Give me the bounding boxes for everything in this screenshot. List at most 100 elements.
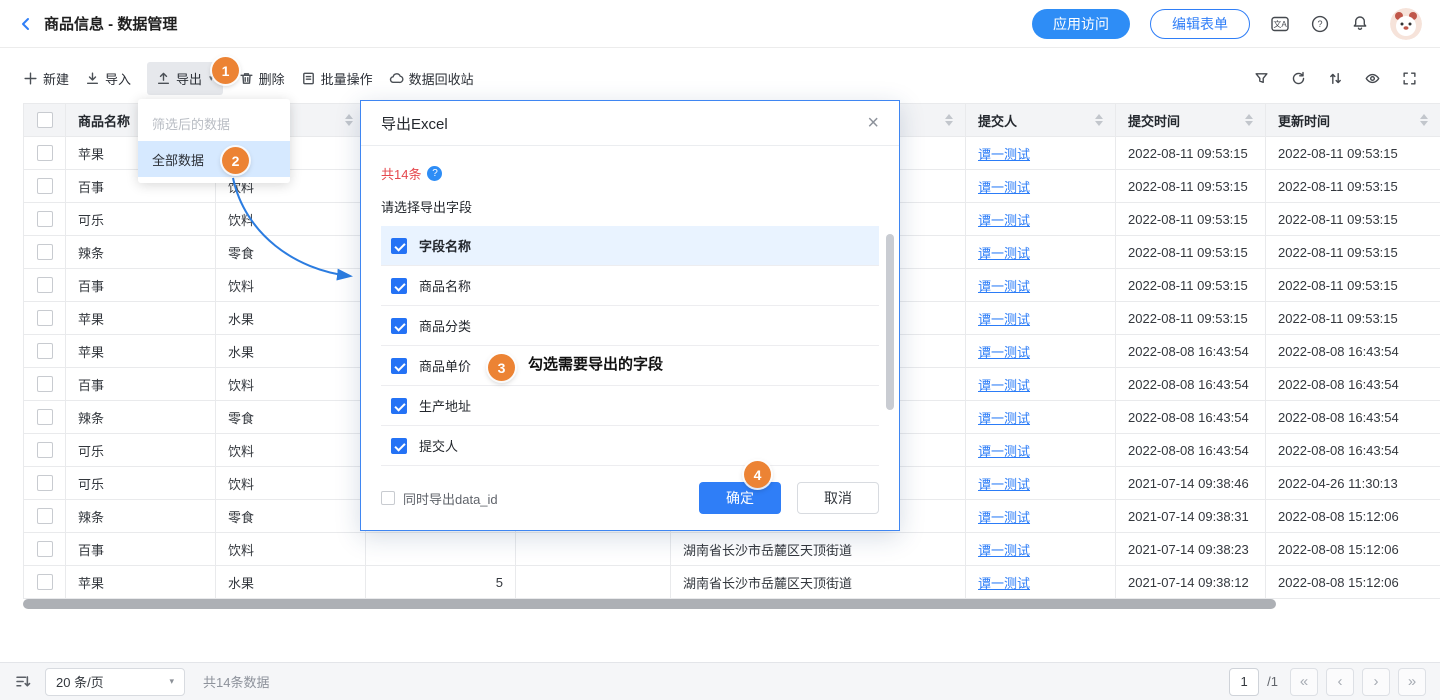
field-checkbox[interactable] bbox=[391, 238, 407, 254]
help-button[interactable]: ? bbox=[1310, 14, 1330, 34]
prev-page-button[interactable]: ‹ bbox=[1326, 668, 1354, 696]
notification-button[interactable] bbox=[1350, 14, 1370, 34]
row-checkbox[interactable] bbox=[37, 508, 53, 524]
row-checkbox[interactable] bbox=[37, 541, 53, 557]
submitter-link[interactable]: 谭一测试 bbox=[978, 375, 1030, 394]
toolbar-import-button[interactable]: 导入 bbox=[85, 69, 131, 88]
row-checkbox[interactable] bbox=[37, 244, 53, 260]
help-icon: ? bbox=[1310, 14, 1330, 34]
submitter-link[interactable]: 谭一测试 bbox=[978, 210, 1030, 229]
close-icon[interactable]: × bbox=[867, 113, 879, 133]
cell-name: 辣条 bbox=[66, 500, 216, 533]
field-row[interactable]: 提交人 bbox=[381, 426, 879, 466]
filter-button[interactable] bbox=[1254, 71, 1269, 86]
submitter-link[interactable]: 谭一测试 bbox=[978, 309, 1030, 328]
horizontal-scrollbar-thumb[interactable] bbox=[23, 599, 1276, 609]
cancel-button[interactable]: 取消 bbox=[797, 482, 879, 514]
row-checkbox[interactable] bbox=[37, 277, 53, 293]
submitter-link[interactable]: 谭一测试 bbox=[978, 177, 1030, 196]
dialog-scrollbar-thumb[interactable] bbox=[886, 234, 894, 410]
sorter-icon[interactable] bbox=[945, 114, 953, 126]
row-checkbox[interactable] bbox=[37, 442, 53, 458]
back-button[interactable] bbox=[18, 16, 34, 32]
submitter-link[interactable]: 谭一测试 bbox=[978, 243, 1030, 262]
question-circle-icon[interactable]: ? bbox=[427, 166, 442, 181]
submitter-link[interactable]: 谭一测试 bbox=[978, 408, 1030, 427]
submitter-link[interactable]: 谭一测试 bbox=[978, 507, 1030, 526]
submitter-link[interactable]: 谭一测试 bbox=[978, 540, 1030, 559]
translate-button[interactable]: 文A bbox=[1270, 14, 1290, 34]
fullscreen-button[interactable] bbox=[1402, 71, 1417, 86]
first-page-button[interactable]: « bbox=[1290, 668, 1318, 696]
submitter-link[interactable]: 谭一测试 bbox=[978, 342, 1030, 361]
submitter-link[interactable]: 谭一测试 bbox=[978, 441, 1030, 460]
submitter-link[interactable]: 谭一测试 bbox=[978, 276, 1030, 295]
table-row[interactable]: 百事饮料湖南省长沙市岳麓区天顶街道谭一测试2021-07-14 09:38:23… bbox=[24, 533, 1440, 566]
toolbar-delete-button[interactable]: 删除 bbox=[239, 69, 285, 88]
eye-button[interactable] bbox=[1365, 71, 1380, 86]
select-all-checkbox[interactable] bbox=[37, 112, 53, 128]
row-sort-button[interactable] bbox=[14, 673, 31, 690]
row-checkbox[interactable] bbox=[37, 145, 53, 161]
column-header[interactable]: 更新时间 bbox=[1266, 104, 1440, 137]
sorter-icon[interactable] bbox=[345, 114, 353, 126]
avatar[interactable] bbox=[1390, 8, 1422, 40]
dataid-checkbox[interactable] bbox=[381, 491, 395, 505]
cell-submit-time: 2022-08-11 09:53:15 bbox=[1116, 302, 1266, 335]
submitter-link[interactable]: 谭一测试 bbox=[978, 573, 1030, 592]
last-page-button[interactable]: » bbox=[1398, 668, 1426, 696]
table-row[interactable]: 苹果水果5湖南省长沙市岳麓区天顶街道谭一测试2021-07-14 09:38:1… bbox=[24, 566, 1440, 599]
field-checkbox[interactable] bbox=[391, 318, 407, 334]
cell-submit-time: 2021-07-14 09:38:46 bbox=[1116, 467, 1266, 500]
toolbar-recycle-button[interactable]: 数据回收站 bbox=[389, 69, 474, 88]
cell-submitter: 谭一测试 bbox=[966, 203, 1116, 236]
row-checkbox[interactable] bbox=[37, 475, 53, 491]
page-size-value: 20 条/页 bbox=[56, 672, 104, 691]
sort-button[interactable] bbox=[1328, 71, 1343, 86]
row-checkbox[interactable] bbox=[37, 310, 53, 326]
toolbar-export-label: 导出 bbox=[176, 69, 202, 88]
row-checkbox[interactable] bbox=[37, 211, 53, 227]
edit-form-button[interactable]: 编辑表单 bbox=[1150, 9, 1250, 39]
submitter-link[interactable]: 谭一测试 bbox=[978, 474, 1030, 493]
step-1-badge: 1 bbox=[212, 57, 239, 84]
field-checkbox[interactable] bbox=[391, 398, 407, 414]
sorter-icon[interactable] bbox=[1420, 114, 1428, 126]
cell-name: 苹果 bbox=[66, 302, 216, 335]
confirm-button[interactable]: 确定 bbox=[699, 482, 781, 514]
page-size-select[interactable]: 20 条/页 ▾ bbox=[45, 668, 185, 696]
footer-bar: 20 条/页 ▾ 共14条数据 1 /1 «‹›» bbox=[0, 662, 1440, 700]
row-checkbox[interactable] bbox=[37, 178, 53, 194]
cell-update-time: 2022-08-11 09:53:15 bbox=[1266, 170, 1440, 203]
submitter-link[interactable]: 谭一测试 bbox=[978, 144, 1030, 163]
field-checkbox[interactable] bbox=[391, 438, 407, 454]
field-checkbox[interactable] bbox=[391, 278, 407, 294]
sorter-icon[interactable] bbox=[1095, 114, 1103, 126]
toolbar-batch-button[interactable]: 批量操作 bbox=[301, 69, 373, 88]
toolbar-new-button[interactable]: 新建 bbox=[23, 69, 69, 88]
row-checkbox[interactable] bbox=[37, 376, 53, 392]
row-checkbox[interactable] bbox=[37, 409, 53, 425]
app-access-button[interactable]: 应用访问 bbox=[1032, 9, 1130, 39]
field-row[interactable]: 商品分类 bbox=[381, 306, 879, 346]
export-dataid-option[interactable]: 同时导出data_id bbox=[381, 489, 498, 508]
toolbar-import-label: 导入 bbox=[105, 69, 131, 88]
toolbar-export-button[interactable]: 导出▾ bbox=[147, 62, 223, 95]
cell-submitter: 谭一测试 bbox=[966, 170, 1116, 203]
cell-update-time: 2022-08-11 09:53:15 bbox=[1266, 269, 1440, 302]
field-checkbox[interactable] bbox=[391, 358, 407, 374]
cell-submit-time: 2021-07-14 09:38:31 bbox=[1116, 500, 1266, 533]
row-checkbox[interactable] bbox=[37, 574, 53, 590]
current-page-input[interactable]: 1 bbox=[1229, 668, 1259, 696]
row-checkbox[interactable] bbox=[37, 343, 53, 359]
next-page-button[interactable]: › bbox=[1362, 668, 1390, 696]
column-header[interactable]: 提交人 bbox=[966, 104, 1116, 137]
export-menu-item[interactable]: 筛选后的数据 bbox=[138, 105, 290, 141]
sorter-icon[interactable] bbox=[1245, 114, 1253, 126]
column-header[interactable]: 提交时间 bbox=[1116, 104, 1266, 137]
filter-icon bbox=[1254, 71, 1269, 86]
field-row[interactable]: 字段名称 bbox=[381, 226, 879, 266]
field-row[interactable]: 商品名称 bbox=[381, 266, 879, 306]
refresh-button[interactable] bbox=[1291, 71, 1306, 86]
field-row[interactable]: 生产地址 bbox=[381, 386, 879, 426]
